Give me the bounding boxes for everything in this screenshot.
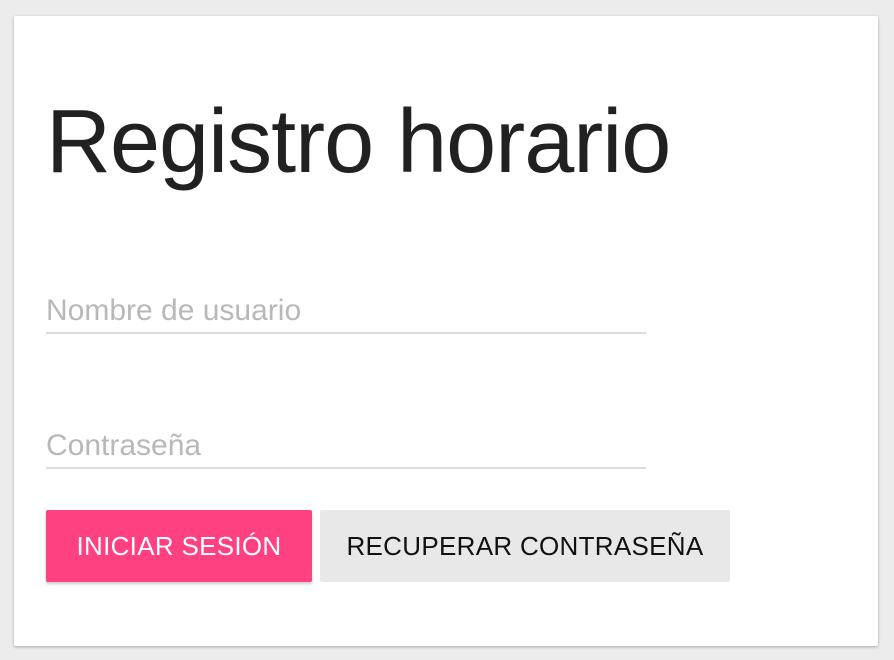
password-input[interactable]: [46, 425, 646, 469]
page-title: Registro horario: [46, 92, 671, 192]
login-card: Registro horario INICIAR SESIÓN RECUPERA…: [14, 16, 878, 646]
recover-password-button[interactable]: RECUPERAR CONTRASEÑA: [320, 510, 730, 582]
username-input[interactable]: [46, 290, 646, 334]
login-button[interactable]: INICIAR SESIÓN: [46, 510, 312, 582]
